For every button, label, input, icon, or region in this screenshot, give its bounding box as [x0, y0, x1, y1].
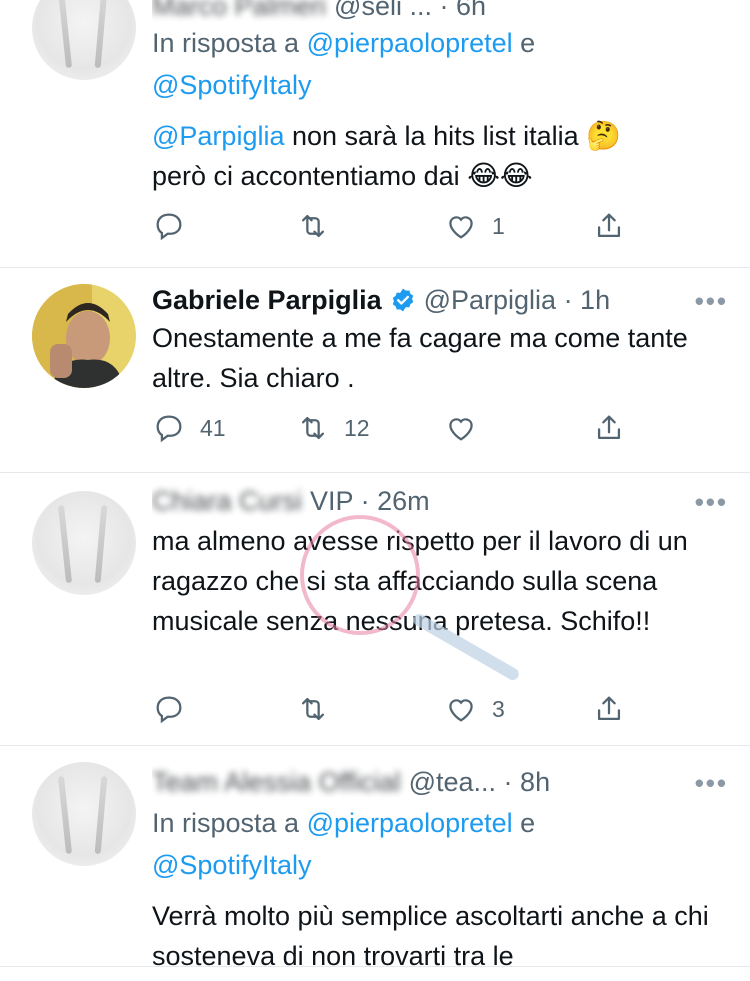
laughing-emoji: 😂😂 [467, 159, 533, 192]
mention-link[interactable]: @pierpaolopretel [307, 808, 513, 838]
avatar[interactable] [32, 0, 136, 80]
tweet-4[interactable]: Team Alessia Official @tea... · 8h ••• I… [0, 746, 750, 981]
retweet-button[interactable] [296, 206, 330, 246]
more-icon[interactable]: ••• [695, 487, 728, 518]
retweet-icon [301, 416, 325, 440]
share-button[interactable] [592, 206, 626, 246]
tweet-text: Verrà molto più semplice ascoltarti anch… [152, 901, 709, 971]
author-name[interactable]: Marco Palmeri [152, 0, 326, 22]
tweet-text: @Parpiglia non sarà la hits list italia … [152, 119, 622, 192]
tweet-actions: 3 [152, 689, 632, 729]
tweet-actions: 1 [152, 206, 632, 246]
share-icon [597, 213, 621, 238]
like-button[interactable]: 3 [444, 689, 505, 729]
mention-link[interactable]: @Parpiglia [152, 121, 284, 151]
reply-icon [156, 696, 182, 724]
verified-badge-icon [392, 288, 413, 312]
watermark-stamp [300, 515, 420, 635]
tweet-1[interactable]: Marco Palmeri @seli ... · 6h In risposta… [0, 0, 750, 268]
author-handle: VIP · 26m [310, 485, 430, 516]
reply-icon [156, 415, 182, 443]
retweet-icon [301, 214, 325, 238]
avatar[interactable] [32, 284, 136, 388]
tweet-2[interactable]: Gabriele Parpiglia @Parpiglia · 1h ••• O… [0, 268, 750, 472]
reply-button[interactable] [152, 689, 186, 729]
author-handle: @tea... · 8h [408, 766, 551, 797]
retweet-icon [301, 697, 325, 721]
tweet-actions: 41 12 [152, 408, 632, 448]
author-name[interactable]: Team Alessia Official [152, 767, 401, 798]
mention-link[interactable]: @pierpaolopretel [307, 28, 513, 58]
like-button[interactable] [444, 408, 478, 448]
mention-link[interactable]: @SpotifyItaly [152, 850, 311, 880]
more-icon[interactable]: ••• [695, 768, 728, 799]
like-icon [449, 216, 473, 239]
thinking-emoji: 🤔 [586, 119, 622, 152]
share-button[interactable] [592, 408, 626, 448]
reply-to-line: In risposta a @pierpaolopretel e @Spotif… [152, 28, 536, 100]
tweet-header: Chiara Cursi VIP · 26m [152, 481, 722, 521]
avatar[interactable] [32, 491, 136, 595]
like-count: 1 [492, 212, 505, 239]
author-handle: @Parpiglia · 1h [423, 284, 611, 315]
reply-button[interactable] [152, 206, 186, 246]
author-handle: @seli ... · 6h [334, 0, 487, 21]
retweet-button[interactable]: 12 [296, 408, 370, 448]
more-icon[interactable]: ••• [695, 286, 728, 317]
author-name[interactable]: Gabriele Parpiglia [152, 285, 382, 316]
retweet-count: 12 [344, 414, 370, 441]
reply-icon [156, 213, 182, 241]
like-icon [449, 418, 473, 441]
divider [0, 966, 750, 967]
reply-to-line: In risposta a @pierpaolopretel e @Spotif… [152, 808, 536, 880]
retweet-button[interactable] [296, 689, 330, 729]
like-icon [449, 699, 473, 722]
share-icon [597, 415, 621, 440]
like-count: 3 [492, 695, 505, 722]
author-name[interactable]: Chiara Cursi [152, 486, 302, 517]
tweet-header: Team Alessia Official @tea... · 8h [152, 762, 722, 802]
tweet-text: Onestamente a me fa cagare ma come tante… [152, 323, 688, 393]
reply-count: 41 [200, 414, 226, 441]
share-icon [597, 696, 621, 721]
like-button[interactable]: 1 [444, 206, 505, 246]
tweet-header: Gabriele Parpiglia @Parpiglia · 1h [152, 280, 722, 320]
reply-button[interactable]: 41 [152, 408, 226, 448]
avatar[interactable] [32, 762, 136, 866]
share-button[interactable] [592, 689, 626, 729]
mention-link[interactable]: @SpotifyItaly [152, 70, 311, 100]
